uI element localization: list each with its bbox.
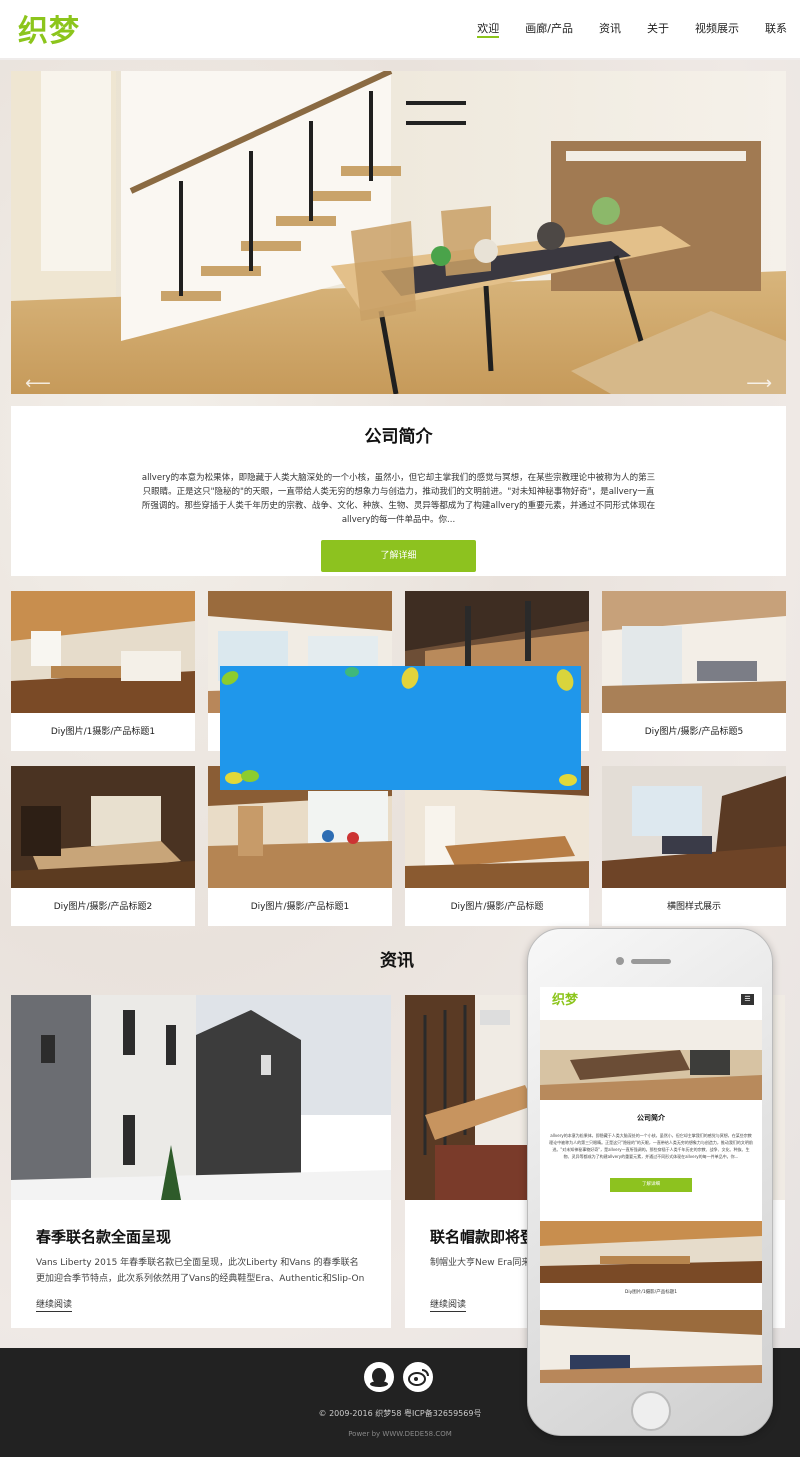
gallery-caption: Diy图片/摄影/产品标题2 — [53, 902, 153, 912]
phone-camera-icon — [616, 957, 624, 965]
news-excerpt: Vans Liberty 2015 年春季联名款已全面呈现，此次Liberty … — [36, 1258, 365, 1284]
mobile-about: 公司简介 allvery的本意为松果体，即隐藏于人类大脑深处的一个小核，虽然小，… — [540, 1113, 762, 1196]
mobile-gallery-caption: Diy图片/1摄影/产品标题1 — [624, 1290, 678, 1295]
gallery-image — [602, 766, 786, 888]
news-card[interactable]: 春季联名款全面呈现 Vans Liberty 2015 年春季联名款已全面呈现，… — [11, 995, 391, 1328]
gallery-item[interactable]: 横图样式展示 — [602, 766, 786, 926]
nav-item-video[interactable]: 视频展示 — [682, 0, 752, 58]
nav-item-contact[interactable]: 联系 — [752, 0, 800, 58]
nav-item-news[interactable]: 资讯 — [586, 0, 634, 58]
main-nav: 欢迎 画廊/产品 资讯 关于 视频展示 联系 — [464, 0, 800, 58]
phone-speaker — [631, 959, 671, 964]
gallery-image — [602, 591, 786, 713]
nav-item-about[interactable]: 关于 — [634, 0, 682, 58]
gallery-item[interactable]: Diy图片/摄影/产品标题1 — [208, 766, 392, 926]
nav-item-gallery[interactable]: 画廊/产品 — [512, 0, 586, 58]
gallery-item[interactable]: Diy图片/摄影/产品标题2 — [11, 766, 195, 926]
news-section-title: 资讯 — [380, 951, 414, 971]
gallery-item[interactable]: Diy图片/摄影/产品标题 — [405, 766, 589, 926]
about-more-button[interactable]: 了解详细 — [321, 540, 476, 572]
read-more-link[interactable]: 继续阅读 — [430, 1297, 467, 1312]
qq-icon[interactable] — [364, 1362, 394, 1392]
hero-image — [11, 71, 786, 394]
mobile-about-title: 公司简介 — [637, 1114, 665, 1122]
mobile-logo[interactable]: 织梦 — [552, 989, 578, 1008]
mobile-header: 织梦 ☰ — [540, 987, 762, 1011]
mobile-hero-image — [540, 1020, 762, 1100]
nav-item-welcome[interactable]: 欢迎 — [464, 0, 512, 58]
about-text: allvery的本意为松果体，即隐藏于人类大脑深处的一个小核，虽然小，但它却主掌… — [141, 473, 656, 525]
hero-prev-arrow-icon[interactable]: ⟵ — [25, 373, 51, 394]
hero-next-arrow-icon[interactable]: ⟶ — [746, 373, 772, 394]
news-image — [11, 995, 391, 1200]
hero-slider: ⟵ ⟶ — [11, 71, 786, 394]
gallery-caption: Diy图片/摄影/产品标题 — [450, 902, 544, 912]
gallery-caption: Diy图片/1摄影/产品标题1 — [50, 727, 156, 737]
gallery-image — [11, 766, 195, 888]
gallery-item[interactable]: Diy图片/摄影/产品标题5 — [602, 591, 786, 751]
gallery-caption: Diy图片/摄影/产品标题5 — [644, 727, 744, 737]
about-title: 公司简介 — [364, 427, 433, 447]
gallery-caption: 横图样式展示 — [666, 902, 721, 912]
news-title[interactable]: 春季联名款全面呈现 — [36, 1226, 391, 1247]
floating-ad-banner[interactable] — [220, 666, 581, 790]
site-header: 织梦 欢迎 画廊/产品 资讯 关于 视频展示 联系 — [0, 0, 800, 58]
weibo-icon[interactable] — [403, 1362, 433, 1392]
read-more-link[interactable]: 继续阅读 — [36, 1297, 73, 1312]
mobile-more-button[interactable]: 了解详细 — [610, 1178, 692, 1192]
phone-home-button — [631, 1391, 671, 1431]
site-logo[interactable]: 织梦 — [18, 6, 80, 50]
gallery-caption: Diy图片/摄影/产品标题1 — [250, 902, 350, 912]
menu-icon[interactable]: ☰ — [741, 994, 754, 1005]
gallery-item[interactable]: Diy图片/1摄影/产品标题1 — [11, 591, 195, 751]
gallery-image — [11, 591, 195, 713]
mobile-gallery-image-2 — [540, 1310, 762, 1383]
leaf-decoration-icon — [221, 667, 577, 786]
about-section: 公司简介 allvery的本意为松果体，即隐藏于人类大脑深处的一个小核，虽然小，… — [11, 406, 786, 576]
mobile-gallery-image — [540, 1221, 762, 1283]
phone-mockup: 织梦 ☰ 公司简介 allvery的本意为松果体，即隐藏于人类大脑深处的一个小核… — [527, 928, 773, 1436]
phone-screen: 织梦 ☰ 公司简介 allvery的本意为松果体，即隐藏于人类大脑深处的一个小核… — [540, 987, 762, 1383]
mobile-about-text: allvery的本意为松果体，即隐藏于人类大脑深处的一个小核，虽然小，但它却主掌… — [549, 1133, 753, 1159]
